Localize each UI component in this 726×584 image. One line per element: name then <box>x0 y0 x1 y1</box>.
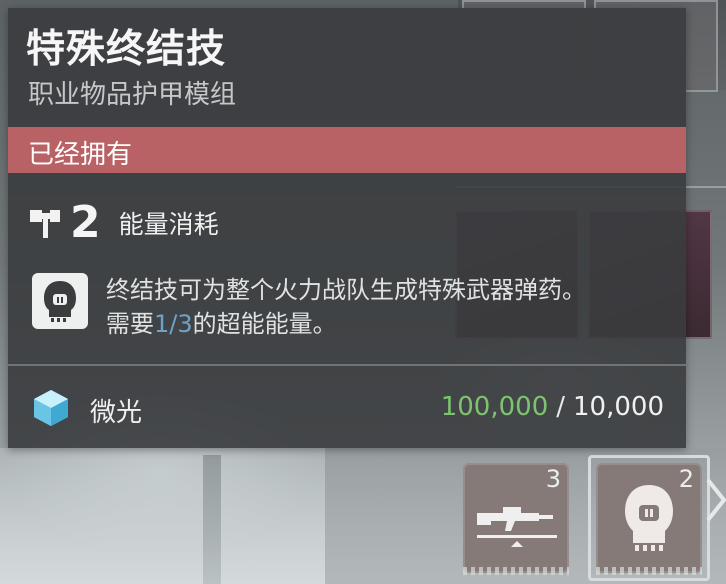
perk-line-2-suffix: 的超能能量。 <box>192 310 337 338</box>
glimmer-owned: 100,000 <box>440 392 549 422</box>
skull-icon <box>44 281 76 322</box>
mod-slot-skull[interactable]: 2 <box>588 455 710 581</box>
glimmer-amount: 100,000/10,000 <box>441 392 664 422</box>
perk-line-2: 需要1/3的超能能量。 <box>106 307 666 341</box>
energy-cost-value: 2 <box>70 197 101 248</box>
background-ground <box>0 448 325 584</box>
slot-count: 3 <box>545 465 561 493</box>
glimmer-separator: / <box>556 392 566 422</box>
slot-notch <box>463 567 569 575</box>
chevron-right-icon[interactable] <box>706 470 726 530</box>
slot-notch <box>596 567 702 575</box>
item-tooltip: 特殊终结技 职业物品护甲模组 已经拥有 2 能量消耗 终结技可为整个火力战队生成… <box>8 8 686 448</box>
owned-status-label: 已经拥有 <box>28 140 133 170</box>
glimmer-cost-row: 微光 100,000/10,000 <box>32 384 664 434</box>
perk-icon-tile <box>32 273 88 329</box>
skull-icon <box>625 485 673 551</box>
tooltip-divider <box>8 364 686 366</box>
item-subtitle: 职业物品护甲模组 <box>28 80 237 110</box>
perk-line-1: 终结技可为整个火力战队生成特殊武器弹药。 <box>106 276 586 304</box>
tooltip-header: 特殊终结技 职业物品护甲模组 <box>8 8 686 126</box>
owned-status-band: 已经拥有 <box>8 127 686 173</box>
glimmer-required: 10,000 <box>573 392 664 422</box>
glimmer-label: 微光 <box>90 398 143 428</box>
energy-cost-row: 2 能量消耗 <box>28 198 219 248</box>
background-post <box>203 455 221 584</box>
item-title: 特殊终结技 <box>26 27 227 72</box>
energy-cost-label: 能量消耗 <box>118 210 219 239</box>
perk-description: 终结技可为整个火力战队生成特殊武器弹药。 需要1/3的超能能量。 <box>106 273 666 341</box>
perk-fraction: 1/3 <box>154 310 193 338</box>
slot-count: 2 <box>678 465 694 493</box>
hammer-icon <box>30 210 60 238</box>
perk-line-2-prefix: 需要 <box>106 310 154 338</box>
mod-slot-rifle[interactable]: 3 <box>455 455 577 581</box>
glimmer-icon <box>34 390 68 426</box>
perk-row: 终结技可为整个火力战队生成特殊武器弹药。 需要1/3的超能能量。 <box>32 273 666 341</box>
rifle-icon <box>477 507 557 547</box>
